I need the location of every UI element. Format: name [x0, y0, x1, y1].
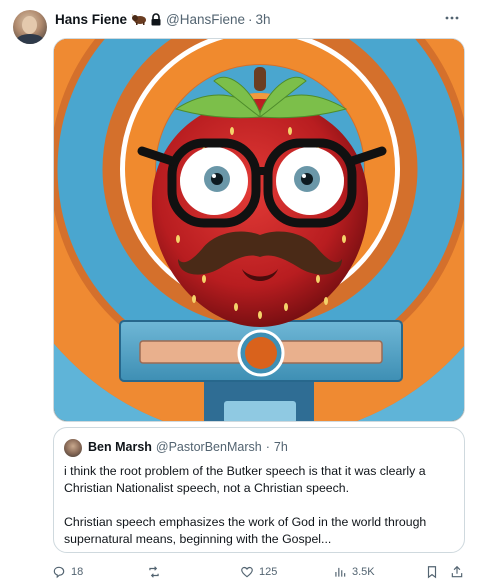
reply-button[interactable]: 18	[52, 564, 83, 580]
lock-icon	[151, 12, 161, 25]
author-handle[interactable]: @HansFiene	[166, 12, 245, 27]
more-icon[interactable]	[444, 12, 460, 24]
reply-count: 18	[71, 566, 84, 578]
tweet[interactable]: Hans Fiene @HansFiene · 3h Ben Marsh @Pa…	[0, 0, 478, 587]
retweet-icon	[149, 566, 159, 578]
strawberry-image	[54, 39, 464, 421]
tweet-image[interactable]	[53, 38, 465, 422]
retweet-button[interactable]	[147, 564, 166, 580]
author-name[interactable]: Hans Fiene	[55, 12, 127, 27]
quoted-tweet[interactable]: Ben Marsh @PastorBenMarsh · 7h i think t…	[53, 427, 465, 553]
quote-avatar	[64, 439, 82, 457]
quote-body: i think the root problem of the Butker s…	[64, 463, 456, 548]
bookmark-icon	[427, 566, 437, 579]
avatar-face	[22, 16, 37, 34]
bookmark-button[interactable]	[425, 564, 439, 580]
tweet-header: Hans Fiene @HansFiene · 3h	[55, 10, 271, 28]
timestamp[interactable]: 3h	[256, 12, 271, 27]
reply-icon	[53, 566, 65, 579]
views-icon	[335, 567, 346, 577]
heart-icon	[241, 566, 253, 578]
quote-author-handle: @PastorBenMarsh	[155, 440, 262, 454]
avatar-shirt	[16, 34, 44, 44]
quote-separator: ·	[265, 440, 270, 454]
quote-timestamp: 7h	[273, 440, 288, 454]
separator: ·	[248, 11, 253, 27]
views-count: 3.5K	[352, 566, 375, 578]
quote-header: Ben Marsh @PastorBenMarsh · 7h	[88, 440, 288, 454]
bison-icon	[131, 13, 147, 25]
action-bar: 18 125 3.5K	[52, 564, 466, 580]
views-button[interactable]: 3.5K	[333, 564, 375, 580]
quote-author-name: Ben Marsh	[88, 440, 152, 454]
quote-paragraph-1: i think the root problem of the Butker s…	[64, 464, 426, 495]
share-icon	[451, 565, 463, 578]
avatar[interactable]	[13, 10, 47, 44]
quote-paragraph-2: Christian speech emphasizes the work of …	[64, 515, 427, 546]
share-button[interactable]	[450, 564, 464, 580]
like-count: 125	[259, 566, 278, 578]
like-button[interactable]: 125	[240, 564, 277, 580]
